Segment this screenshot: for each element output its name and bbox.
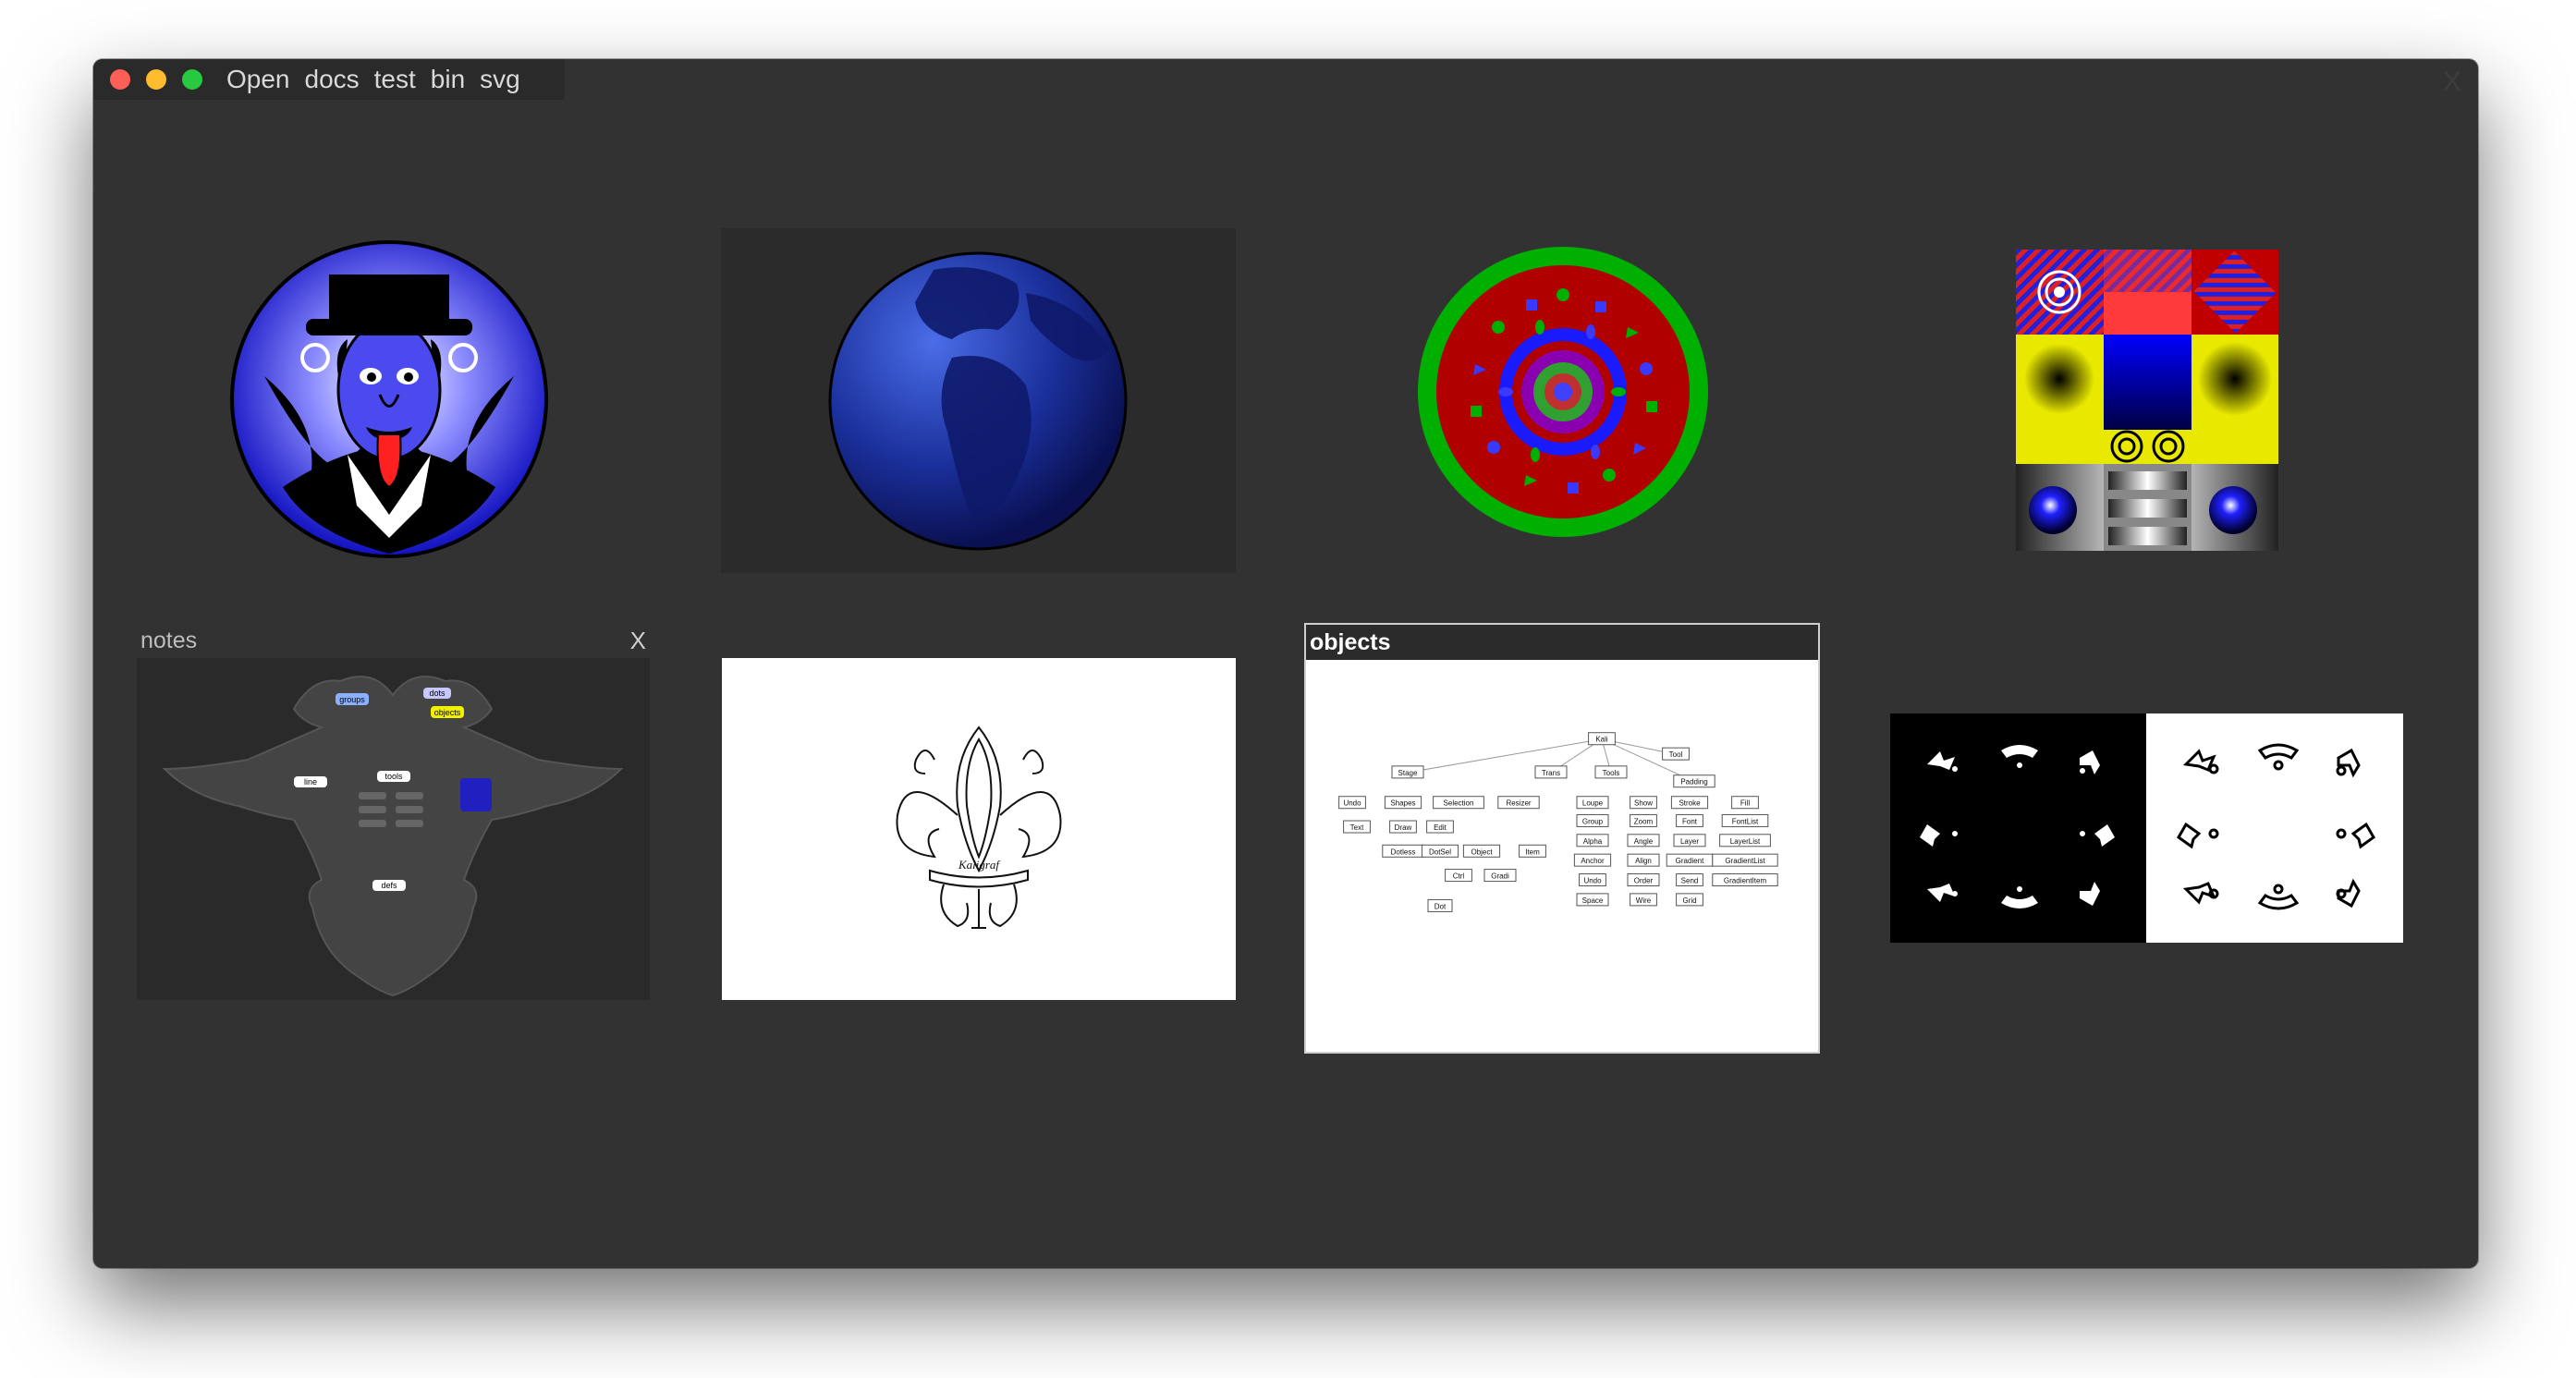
- objects-node-label: Kali: [1595, 736, 1608, 744]
- objects-node-label: Alpha: [1583, 837, 1603, 846]
- objects-node-label: Text: [1350, 823, 1364, 832]
- objects-diagram: Kali Tool Stage Trans Tools Padding Undo Shapes…: [1338, 732, 1778, 912]
- objects-node-label: DotSel: [1429, 848, 1451, 856]
- objects-node-label: Object: [1471, 848, 1493, 856]
- objects-node-label: Padding: [1680, 778, 1707, 787]
- notes-node-tools-label: tools: [385, 772, 403, 781]
- objects-node-label: Angle: [1634, 837, 1654, 846]
- objects-node-label: Gradient: [1676, 857, 1704, 865]
- objects-node-label: Show: [1634, 799, 1653, 808]
- notes-node-line-label: line: [304, 777, 317, 787]
- objects-node-label: Stroke: [1679, 799, 1701, 808]
- objects-node-label: Wire: [1636, 896, 1652, 905]
- objects-canvas: Kali Tool Stage Trans Tools Padding Undo Shapes…: [1306, 660, 1818, 1052]
- objects-node-label: Grid: [1682, 896, 1696, 905]
- objects-node-label: Undo: [1583, 877, 1602, 885]
- tile-mandala[interactable]: [1415, 244, 1711, 540]
- objects-node-label: Tool: [1669, 750, 1683, 759]
- objects-node-label: Layer: [1680, 837, 1699, 846]
- tile-objects[interactable]: objects Kali Tool Stage Trans Tools Padding Un…: [1304, 623, 1820, 1054]
- objects-node-label: Ctrl: [1453, 872, 1465, 881]
- objects-node-label: LayerList: [1730, 837, 1761, 846]
- objects-node-label: Draw: [1395, 823, 1412, 832]
- tile-fleur[interactable]: Kaligraf: [722, 658, 1236, 1000]
- notes-node-groups-label: groups: [339, 695, 365, 704]
- objects-node-label: Undo: [1343, 799, 1361, 808]
- objects-node-label: GradientItem: [1724, 877, 1767, 885]
- menu-bin[interactable]: bin: [431, 63, 480, 96]
- objects-title: objects: [1310, 629, 1391, 655]
- objects-node-label: Resizer: [1506, 799, 1531, 808]
- objects-node-label: FontList: [1732, 817, 1759, 825]
- close-window-button[interactable]: [110, 69, 130, 90]
- objects-node-label: Gradi: [1491, 872, 1509, 881]
- menu-docs[interactable]: docs: [305, 63, 374, 96]
- arrows-image: [1890, 713, 2403, 943]
- objects-node-label: Stage: [1398, 769, 1418, 777]
- objects-node-label: Dotless: [1391, 848, 1416, 856]
- minimize-window-button[interactable]: [146, 69, 166, 90]
- objects-node-label: Trans: [1542, 769, 1560, 777]
- eagle-image: groups dots objects line tools defs: [162, 676, 624, 997]
- objects-node-label: Shapes: [1390, 799, 1415, 808]
- objects-node-label: Item: [1525, 848, 1540, 856]
- tile-earth[interactable]: [721, 228, 1236, 573]
- gradients-image: [2016, 250, 2278, 551]
- tile-gradients[interactable]: [2016, 250, 2278, 551]
- objects-node-label: Anchor: [1581, 857, 1605, 865]
- objects-node-label: GradientList: [1725, 857, 1765, 865]
- fleur-signature: Kaligraf: [958, 858, 1001, 872]
- fleur-de-lis-image: Kaligraf: [896, 726, 1062, 929]
- tile-notes[interactable]: notes X groups dots objects line tools d…: [137, 623, 650, 1054]
- objects-node-label: Font: [1682, 817, 1698, 825]
- app-window: Open docs test bin svg X notes X groups …: [93, 59, 2478, 1268]
- objects-node-label: Tools: [1603, 769, 1620, 777]
- objects-node-label: Zoom: [1634, 817, 1654, 825]
- objects-node-label: Order: [1634, 877, 1654, 885]
- notes-node-objects-label: objects: [434, 708, 461, 717]
- notes-node-defs-label: defs: [381, 881, 397, 890]
- objects-node-label: Dot: [1435, 902, 1447, 910]
- menu-bar: Open docs test bin svg: [226, 63, 535, 96]
- objects-node-label: Space: [1582, 896, 1604, 905]
- vampire-image: [230, 240, 548, 558]
- objects-header: objects: [1306, 625, 1818, 660]
- notes-title: notes: [140, 628, 198, 653]
- notes-node-dots-label: dots: [429, 689, 446, 698]
- tile-arrows[interactable]: [1890, 713, 2403, 943]
- objects-node-label: Group: [1582, 817, 1604, 825]
- mandala-image: [1418, 247, 1708, 537]
- earth-image: [828, 251, 1128, 551]
- objects-node-label: Selection: [1444, 799, 1474, 808]
- notes-canvas: groups dots objects line tools defs: [137, 658, 650, 1000]
- notes-close-button[interactable]: X: [630, 623, 646, 658]
- zoom-window-button[interactable]: [182, 69, 202, 90]
- objects-node-label: Fill: [1740, 799, 1750, 808]
- objects-node-label: Send: [1681, 877, 1699, 885]
- menu-svg[interactable]: svg: [480, 63, 535, 96]
- objects-node-label: Loupe: [1582, 799, 1604, 808]
- objects-node-label: Align: [1635, 857, 1652, 865]
- notes-header: notes X: [137, 623, 650, 658]
- window-close-x[interactable]: X: [2443, 67, 2461, 98]
- titlebar: Open docs test bin svg: [93, 59, 565, 100]
- objects-node-label: Edit: [1434, 823, 1447, 832]
- menu-test[interactable]: test: [374, 63, 431, 96]
- tile-vampire[interactable]: [227, 238, 551, 561]
- menu-open[interactable]: Open: [226, 63, 305, 96]
